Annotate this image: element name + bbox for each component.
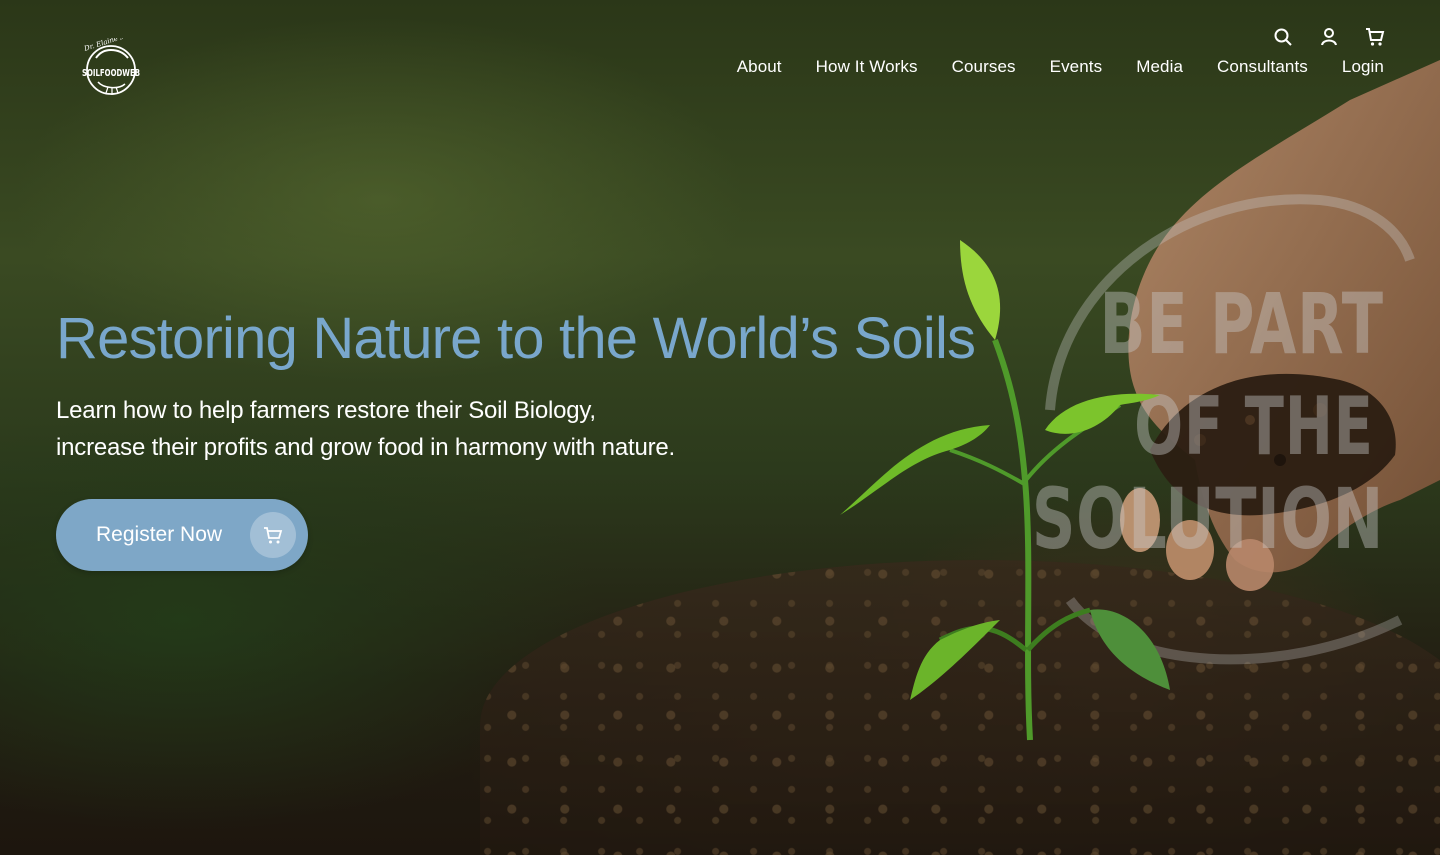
main-nav: About How It Works Courses Events Media … bbox=[737, 57, 1384, 77]
nav-login[interactable]: Login bbox=[1342, 57, 1384, 77]
hero-subline-2: increase their profits and grow food in … bbox=[56, 434, 675, 461]
nav-consultants[interactable]: Consultants bbox=[1217, 57, 1308, 77]
hero-headline: Restoring Nature to the World’s Soils bbox=[56, 306, 976, 371]
hero-content: Restoring Nature to the World’s Soils Le… bbox=[56, 304, 1036, 466]
search-icon[interactable] bbox=[1272, 26, 1294, 48]
hero-section: BE PART OF THE SOLUTION Dr. Elaine's SOI… bbox=[0, 0, 1440, 855]
cart-icon[interactable] bbox=[1364, 26, 1386, 48]
nav-courses[interactable]: Courses bbox=[952, 57, 1016, 77]
nav-media[interactable]: Media bbox=[1136, 57, 1183, 77]
hero-subline: Learn how to help farmers restore their … bbox=[56, 392, 1036, 466]
register-now-label: Register Now bbox=[96, 523, 223, 546]
cart-icon bbox=[250, 512, 296, 558]
hero-subline-1: Learn how to help farmers restore their … bbox=[56, 397, 596, 424]
nav-how-it-works[interactable]: How It Works bbox=[816, 57, 918, 77]
logo-main-text: SOILFOODWEB bbox=[82, 68, 140, 79]
nav-events[interactable]: Events bbox=[1050, 57, 1103, 77]
register-now-button[interactable]: Register Now bbox=[56, 499, 308, 571]
soilfoodweb-logo[interactable]: Dr. Elaine's SOILFOODWEB bbox=[78, 38, 144, 100]
nav-about[interactable]: About bbox=[737, 57, 782, 77]
utility-bar bbox=[1272, 26, 1386, 48]
user-icon[interactable] bbox=[1318, 26, 1340, 48]
